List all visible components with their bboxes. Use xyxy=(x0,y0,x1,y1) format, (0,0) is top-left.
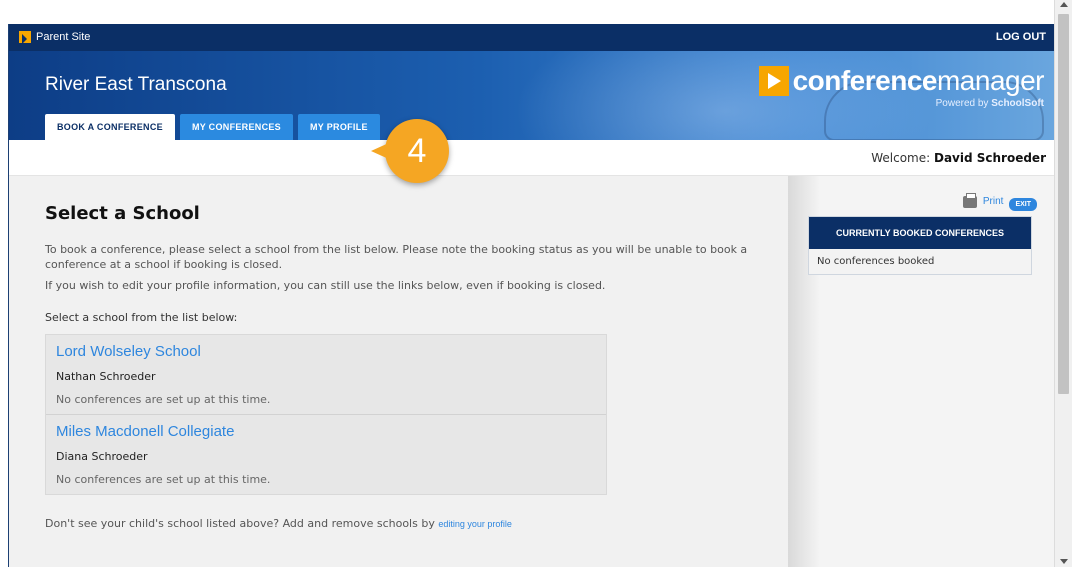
list-item: Lord Wolseley School Nathan Schroeder No… xyxy=(46,335,606,415)
powered-brand: SchoolSoft xyxy=(991,98,1044,109)
parent-site-link[interactable]: Parent Site xyxy=(19,31,91,44)
step-callout: 4 xyxy=(371,119,449,183)
welcome-message: Welcome: David Schroeder xyxy=(871,151,1046,165)
vertical-scrollbar[interactable] xyxy=(1054,0,1072,567)
student-name: Diana Schroeder xyxy=(56,450,148,463)
tab-my-profile[interactable]: MY PROFILE xyxy=(297,114,380,140)
print-exit-row: Print EXIT xyxy=(962,192,1037,211)
profile-note-paragraph: If you wish to edit your profile informa… xyxy=(45,279,606,292)
print-link[interactable]: Print xyxy=(983,196,1004,207)
select-school-label: Select a school from the list below: xyxy=(45,311,238,324)
scroll-up-icon[interactable] xyxy=(1060,2,1068,7)
app-frame: Parent Site LOG OUT River East Transcona… xyxy=(8,24,1055,567)
missing-school-text: Don't see your child's school listed abo… xyxy=(45,517,439,530)
nav-tabs: BOOK A CONFERENCE MY CONFERENCES MY PROF… xyxy=(45,114,380,140)
school-list: Lord Wolseley School Nathan Schroeder No… xyxy=(45,334,607,495)
scroll-thumb[interactable] xyxy=(1058,14,1069,394)
school-link-miles-macdonell[interactable]: Miles Macdonell Collegiate xyxy=(56,423,596,440)
top-bar: Parent Site LOG OUT xyxy=(9,24,1054,51)
print-icon[interactable] xyxy=(962,192,977,208)
school-link-lord-wolseley[interactable]: Lord Wolseley School xyxy=(56,343,596,360)
powered-prefix: Powered by xyxy=(935,98,992,109)
conference-manager-logo: conference manager Powered by SchoolSoft xyxy=(758,65,1045,109)
missing-school-note: Don't see your child's school listed abo… xyxy=(45,517,765,530)
booked-conferences-empty: No conferences booked xyxy=(809,249,1031,274)
booked-conferences-box: CURRENTLY BOOKED CONFERENCES No conferen… xyxy=(808,216,1032,275)
sidebar: Print EXIT CURRENTLY BOOKED CONFERENCES … xyxy=(788,176,1055,567)
logo-arrow-icon xyxy=(758,66,789,96)
logo-arrow-icon xyxy=(19,31,31,44)
welcome-bar: Welcome: David Schroeder xyxy=(9,140,1054,176)
instructions-paragraph: To book a conference, please select a sc… xyxy=(45,243,748,271)
booking-status: No conferences are set up at this time. xyxy=(56,393,271,406)
powered-by: Powered by SchoolSoft xyxy=(759,98,1044,109)
page-title: Select a School xyxy=(45,203,200,224)
header-banner: River East Transcona conference manager P… xyxy=(9,51,1054,140)
step-callout-number: 4 xyxy=(407,132,427,170)
list-item: Miles Macdonell Collegiate Diana Schroed… xyxy=(46,415,606,494)
main-content: Select a School To book a conference, pl… xyxy=(9,176,788,567)
district-name: River East Transcona xyxy=(45,74,227,95)
parent-site-label: Parent Site xyxy=(36,31,91,43)
booked-conferences-header: CURRENTLY BOOKED CONFERENCES xyxy=(809,217,1031,249)
student-name: Nathan Schroeder xyxy=(56,370,156,383)
welcome-user-name: David Schroeder xyxy=(933,151,1046,165)
welcome-prefix: Welcome: xyxy=(871,151,934,165)
logo-word-bold: conference xyxy=(792,65,938,96)
tab-book-a-conference[interactable]: BOOK A CONFERENCE xyxy=(45,114,175,140)
logout-link[interactable]: LOG OUT xyxy=(996,31,1046,43)
tab-my-conferences[interactable]: MY CONFERENCES xyxy=(179,114,293,140)
booking-status: No conferences are set up at this time. xyxy=(56,473,271,486)
logo-word-light: manager xyxy=(936,65,1045,96)
exit-button[interactable]: EXIT xyxy=(1009,198,1037,211)
main-column: Select a School To book a conference, pl… xyxy=(45,203,765,530)
edit-profile-link[interactable]: editing your profile xyxy=(438,519,512,529)
scroll-down-icon[interactable] xyxy=(1060,559,1068,564)
